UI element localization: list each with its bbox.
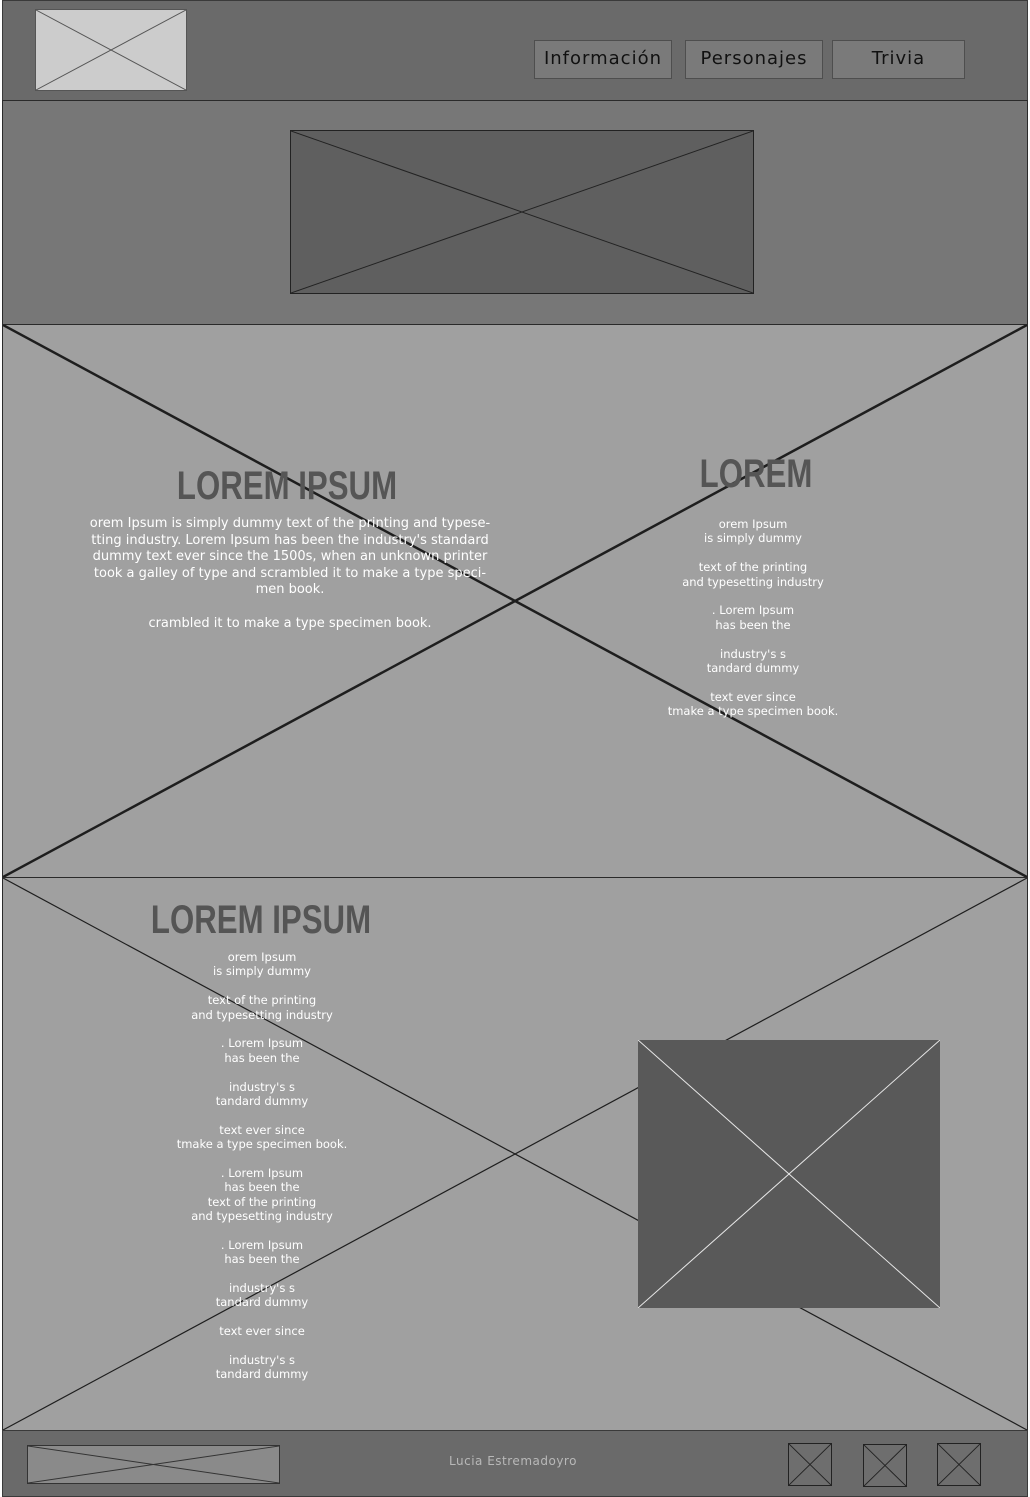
- section-one-right-text: orem Ipsum is simply dummy text of the pri…: [603, 517, 903, 718]
- text-line: text of the printing: [207, 993, 317, 1008]
- text-line: tandard dummy: [215, 1093, 309, 1108]
- text-line: and typesetting industry: [682, 574, 824, 589]
- text-line: text ever since: [710, 689, 796, 704]
- text-line: has been the: [224, 1050, 300, 1065]
- text-line: and typesetting industry: [191, 1007, 333, 1022]
- section-one-left-paragraph: orem Ipsum is simply dummy text of the p…: [89, 516, 491, 631]
- text-line: [603, 632, 903, 646]
- text-line: [112, 1022, 412, 1036]
- footer-social-icon-3[interactable]: [937, 1443, 981, 1486]
- text-line: and typesetting industry: [191, 1209, 333, 1224]
- text-line: . Lorem Ipsum: [220, 1036, 304, 1051]
- text-line: is simply dummy: [704, 531, 802, 546]
- section-one-right-heading: LOREM: [699, 452, 813, 496]
- footer-social-icon-1[interactable]: [788, 1443, 832, 1486]
- section-two-image-placeholder-icon: [638, 1040, 940, 1308]
- logo-image-placeholder-icon[interactable]: [35, 9, 187, 91]
- nav-personajes-button[interactable]: Personajes: [685, 40, 823, 79]
- footer-logo-placeholder-icon[interactable]: [27, 1445, 280, 1484]
- nav-trivia-button[interactable]: Trivia: [832, 40, 965, 79]
- text-line: text ever since: [219, 1122, 305, 1137]
- banner-image-placeholder-icon: [290, 130, 754, 294]
- text-line: orem Ipsum: [227, 950, 297, 964]
- text-line: text ever since: [219, 1324, 305, 1339]
- nav-informacion-button[interactable]: Información: [534, 40, 672, 79]
- section-one-left-heading: LOREM IPSUM: [176, 464, 398, 508]
- text-line: industry's s: [229, 1352, 295, 1367]
- footer-social-icon-2[interactable]: [863, 1444, 907, 1487]
- text-line: orem Ipsum: [718, 517, 788, 531]
- footer-credit: Lucia Estremadoyro: [449, 1454, 577, 1468]
- text-line: . Lorem Ipsum: [220, 1237, 304, 1252]
- text-line: tandard dummy: [215, 1295, 309, 1310]
- text-line: . Lorem Ipsum: [711, 603, 795, 618]
- text-line: industry's s: [720, 646, 786, 661]
- text-line: [112, 979, 412, 993]
- text-line: [112, 1267, 412, 1281]
- text-line: [603, 546, 903, 560]
- text-line: tandard dummy: [215, 1367, 309, 1382]
- text-line: tandard dummy: [706, 660, 800, 675]
- text-line: [112, 1065, 412, 1079]
- text-line: has been the: [715, 617, 791, 632]
- text-line: tmake a type specimen book.: [176, 1137, 348, 1152]
- text-line: has been the: [224, 1252, 300, 1267]
- text-line: . Lorem Ipsum: [220, 1165, 304, 1180]
- text-line: industry's s: [229, 1079, 295, 1094]
- text-line: is simply dummy: [213, 964, 311, 979]
- section-two-heading: LOREM IPSUM: [150, 898, 372, 942]
- text-line: [112, 1151, 412, 1165]
- text-line: text of the printing: [207, 1194, 317, 1209]
- text-line: [603, 675, 903, 689]
- text-line: [112, 1108, 412, 1122]
- section-two-text: orem Ipsum is simply dummy text of the pri…: [112, 950, 412, 1382]
- text-line: text of the printing: [698, 560, 808, 575]
- text-line: tmake a type specimen book.: [667, 704, 839, 719]
- text-line: [112, 1310, 412, 1324]
- text-line: [112, 1339, 412, 1353]
- text-line: [112, 1223, 412, 1237]
- text-line: industry's s: [229, 1280, 295, 1295]
- text-line: has been the: [224, 1180, 300, 1195]
- text-line: [603, 589, 903, 603]
